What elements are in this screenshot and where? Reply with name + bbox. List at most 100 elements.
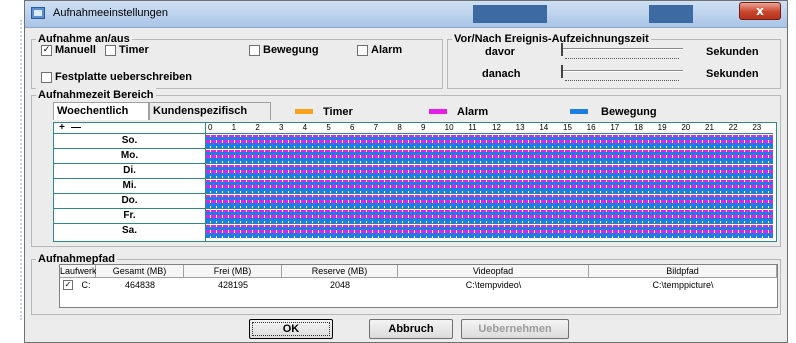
- close-icon: x: [756, 4, 764, 18]
- timer-legend-label: Timer: [323, 106, 353, 118]
- hour-label: 19: [657, 123, 667, 132]
- hour-label: 4: [302, 123, 308, 132]
- danach-slider[interactable]: [561, 65, 683, 87]
- timer-legend-swatch: [295, 109, 313, 114]
- day-label: So.: [54, 133, 205, 148]
- alarm-legend-label: Alarm: [457, 106, 489, 118]
- column-header[interactable]: Frei (MB): [184, 265, 282, 278]
- hour-label: 12: [492, 123, 501, 132]
- schedule-toolbar: + —: [54, 123, 205, 133]
- table-cell-laufwerk: C:: [81, 280, 91, 290]
- hour-label: 21: [705, 123, 714, 132]
- add-icon[interactable]: +: [59, 123, 65, 133]
- slider-thumb[interactable]: [561, 65, 563, 78]
- danach-unit-label: Sekunden: [706, 68, 759, 80]
- bewegung-checkbox[interactable]: [249, 45, 260, 56]
- column-header[interactable]: Laufwerk: [60, 265, 97, 278]
- day-schedule-row[interactable]: [205, 223, 773, 238]
- ok-button[interactable]: OK: [249, 319, 333, 339]
- bewegung-legend-swatch: [570, 109, 588, 114]
- drive-checkbox[interactable]: ✓: [63, 280, 73, 290]
- day-label: Do.: [54, 193, 205, 208]
- day-label: Fr.: [54, 208, 205, 223]
- background-window-edge: [0, 0, 22, 343]
- tab-woechentlich[interactable]: Woechentlich: [53, 102, 149, 120]
- day-label: Mo.: [54, 148, 205, 163]
- column-header[interactable]: Bildpfad: [589, 265, 777, 278]
- festplatte-label: Festplatte ueberschreiben: [55, 71, 192, 83]
- column-header[interactable]: Videopfad: [398, 265, 589, 278]
- hour-label: 16: [586, 123, 596, 132]
- day-schedule-row[interactable]: [205, 178, 773, 193]
- schedule-group-label: Aufnahmezeit Bereich: [36, 88, 156, 102]
- title-bar[interactable]: Aufnahmeeinstellungen x: [25, 1, 787, 28]
- hour-label: 6: [350, 123, 355, 132]
- timer-checkbox[interactable]: [105, 45, 116, 56]
- slider-track: [561, 48, 683, 50]
- hour-label: 23: [752, 123, 762, 132]
- hour-label: 5: [326, 123, 331, 132]
- slider-track: [561, 70, 683, 72]
- day-schedule-row[interactable]: [205, 148, 773, 163]
- schedule-stripe: [205, 236, 773, 238]
- alarm-checkbox[interactable]: [357, 45, 368, 56]
- hour-label: 2: [255, 123, 260, 132]
- hour-label: 14: [539, 123, 549, 132]
- alarm-legend-swatch: [429, 109, 447, 114]
- slider-ticks: [565, 58, 679, 63]
- day-schedule-row[interactable]: [205, 193, 773, 208]
- manuell-label: Manuell: [55, 44, 96, 56]
- title-bar-decoration: [473, 5, 547, 23]
- hour-label: 11: [468, 123, 477, 132]
- davor-slider[interactable]: [561, 43, 683, 65]
- timer-label: Timer: [119, 44, 149, 56]
- table-cell-videopfad[interactable]: C:\tempvideo\: [398, 279, 589, 291]
- hour-label: 0: [208, 123, 213, 132]
- schedule-grid[interactable]: + — 0 1 2 3 4 5 6 7 8 9 10 11 12 13 14 15 16 17 18 19 20 21 22…: [53, 122, 777, 242]
- hour-label: 15: [563, 123, 572, 132]
- davor-unit-label: Sekunden: [706, 46, 759, 58]
- uebernehmen-button[interactable]: Uebernehmen: [461, 319, 569, 339]
- hour-label: 10: [444, 123, 454, 132]
- hour-label: 7: [373, 123, 379, 132]
- hour-label: 22: [728, 123, 738, 132]
- day-schedule-row[interactable]: [205, 208, 773, 223]
- slider-thumb[interactable]: [561, 43, 563, 56]
- day-label: Mi.: [54, 178, 205, 193]
- remove-icon[interactable]: —: [71, 123, 81, 133]
- hour-label: 3: [279, 123, 284, 132]
- abbruch-button[interactable]: Abbruch: [369, 319, 453, 339]
- table-cell-bildpfad[interactable]: C:\temppicture\: [589, 279, 777, 291]
- danach-label: danach: [482, 68, 521, 80]
- alarm-label: Alarm: [371, 44, 403, 56]
- bewegung-legend-label: Bewegung: [601, 106, 657, 118]
- davor-label: davor: [485, 46, 515, 58]
- day-schedule-row[interactable]: [205, 163, 773, 178]
- hour-label: 9: [421, 123, 426, 132]
- column-header[interactable]: Reserve (MB): [282, 265, 398, 278]
- table-cell-gesamt: 464838: [124, 280, 156, 290]
- tab-kundenspezifisch[interactable]: Kundenspezifisch: [149, 102, 271, 120]
- bewegung-label: Bewegung: [263, 44, 319, 56]
- path-table: Laufwerk Gesamt (MB) Frei (MB) Reserve (…: [59, 264, 778, 308]
- manuell-checkbox[interactable]: ✓: [41, 45, 52, 56]
- day-label: Di.: [54, 163, 205, 178]
- slider-ticks: [565, 80, 679, 85]
- grid-divider: [205, 123, 206, 241]
- day-label: Sa.: [54, 223, 205, 238]
- window-title: Aufnahmeeinstellungen: [53, 7, 168, 19]
- column-header[interactable]: Gesamt (MB): [96, 265, 184, 278]
- check-icon: ✓: [42, 45, 51, 55]
- window-app-icon: [31, 7, 45, 19]
- table-cell-frei: 428195: [217, 280, 249, 290]
- day-schedule-row[interactable]: [205, 133, 773, 148]
- hour-label: 20: [681, 123, 691, 132]
- festplatte-checkbox[interactable]: [41, 72, 52, 83]
- hour-label: 17: [610, 123, 620, 132]
- table-cell-reserve: 2048: [329, 280, 351, 290]
- hour-label: 13: [515, 123, 525, 132]
- hour-label: 8: [397, 123, 402, 132]
- close-button[interactable]: x: [739, 2, 781, 20]
- hour-label: 1: [231, 123, 237, 132]
- title-bar-decoration: [649, 5, 693, 23]
